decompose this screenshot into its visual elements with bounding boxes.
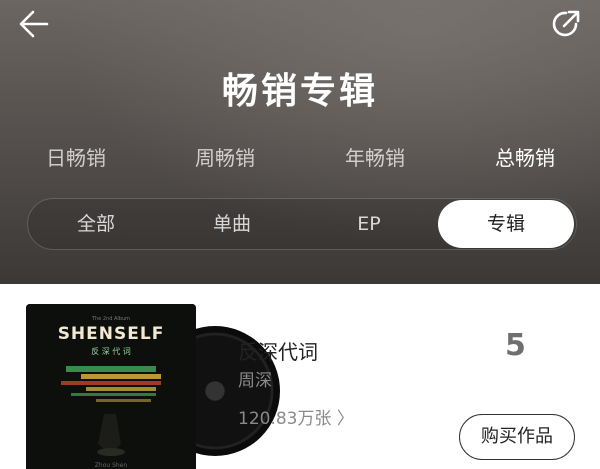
segment-single[interactable]: 单曲 xyxy=(164,199,300,249)
segment-ep[interactable]: EP xyxy=(301,199,437,249)
album-cover[interactable]: The 2nd Album SHENSELF 反 深 代 词 Zhou Shen xyxy=(26,304,196,469)
buy-button[interactable]: 购买作品 xyxy=(459,414,575,460)
cover-bottom-text: Zhou Shen xyxy=(94,462,128,469)
cover-title: SHENSELF xyxy=(57,324,165,344)
cover-top-text: The 2nd Album xyxy=(91,316,131,322)
arrow-left-icon xyxy=(19,10,49,38)
cover-subtitle: 反 深 代 词 xyxy=(91,347,131,356)
tab-total[interactable]: 总畅销 xyxy=(470,140,580,176)
album-list-item[interactable]: The 2nd Album SHENSELF 反 深 代 词 Zhou Shen… xyxy=(0,284,600,469)
album-name[interactable]: 反深代词 xyxy=(238,336,318,365)
type-segmented-control: 全部 单曲 EP 专辑 xyxy=(27,198,577,250)
period-tabs: 日畅销 周畅销 年畅销 总畅销 xyxy=(0,140,600,176)
share-icon xyxy=(552,10,580,37)
back-button[interactable] xyxy=(14,6,54,42)
header: 畅销专辑 日畅销 周畅销 年畅销 总畅销 全部 单曲 EP 专辑 xyxy=(0,0,600,284)
tab-weekly[interactable]: 周畅销 xyxy=(170,140,280,176)
segment-album[interactable]: 专辑 xyxy=(438,200,574,248)
segment-all[interactable]: 全部 xyxy=(28,199,164,249)
share-button[interactable] xyxy=(546,4,586,44)
tab-daily[interactable]: 日畅销 xyxy=(21,140,131,176)
page-title: 畅销专辑 xyxy=(221,71,378,112)
sales-count[interactable]: 120.83万张 〉 xyxy=(238,404,354,429)
rank-number: 5 xyxy=(505,328,526,363)
tab-yearly[interactable]: 年畅销 xyxy=(320,140,430,176)
artist-name[interactable]: 周深 xyxy=(238,366,272,391)
